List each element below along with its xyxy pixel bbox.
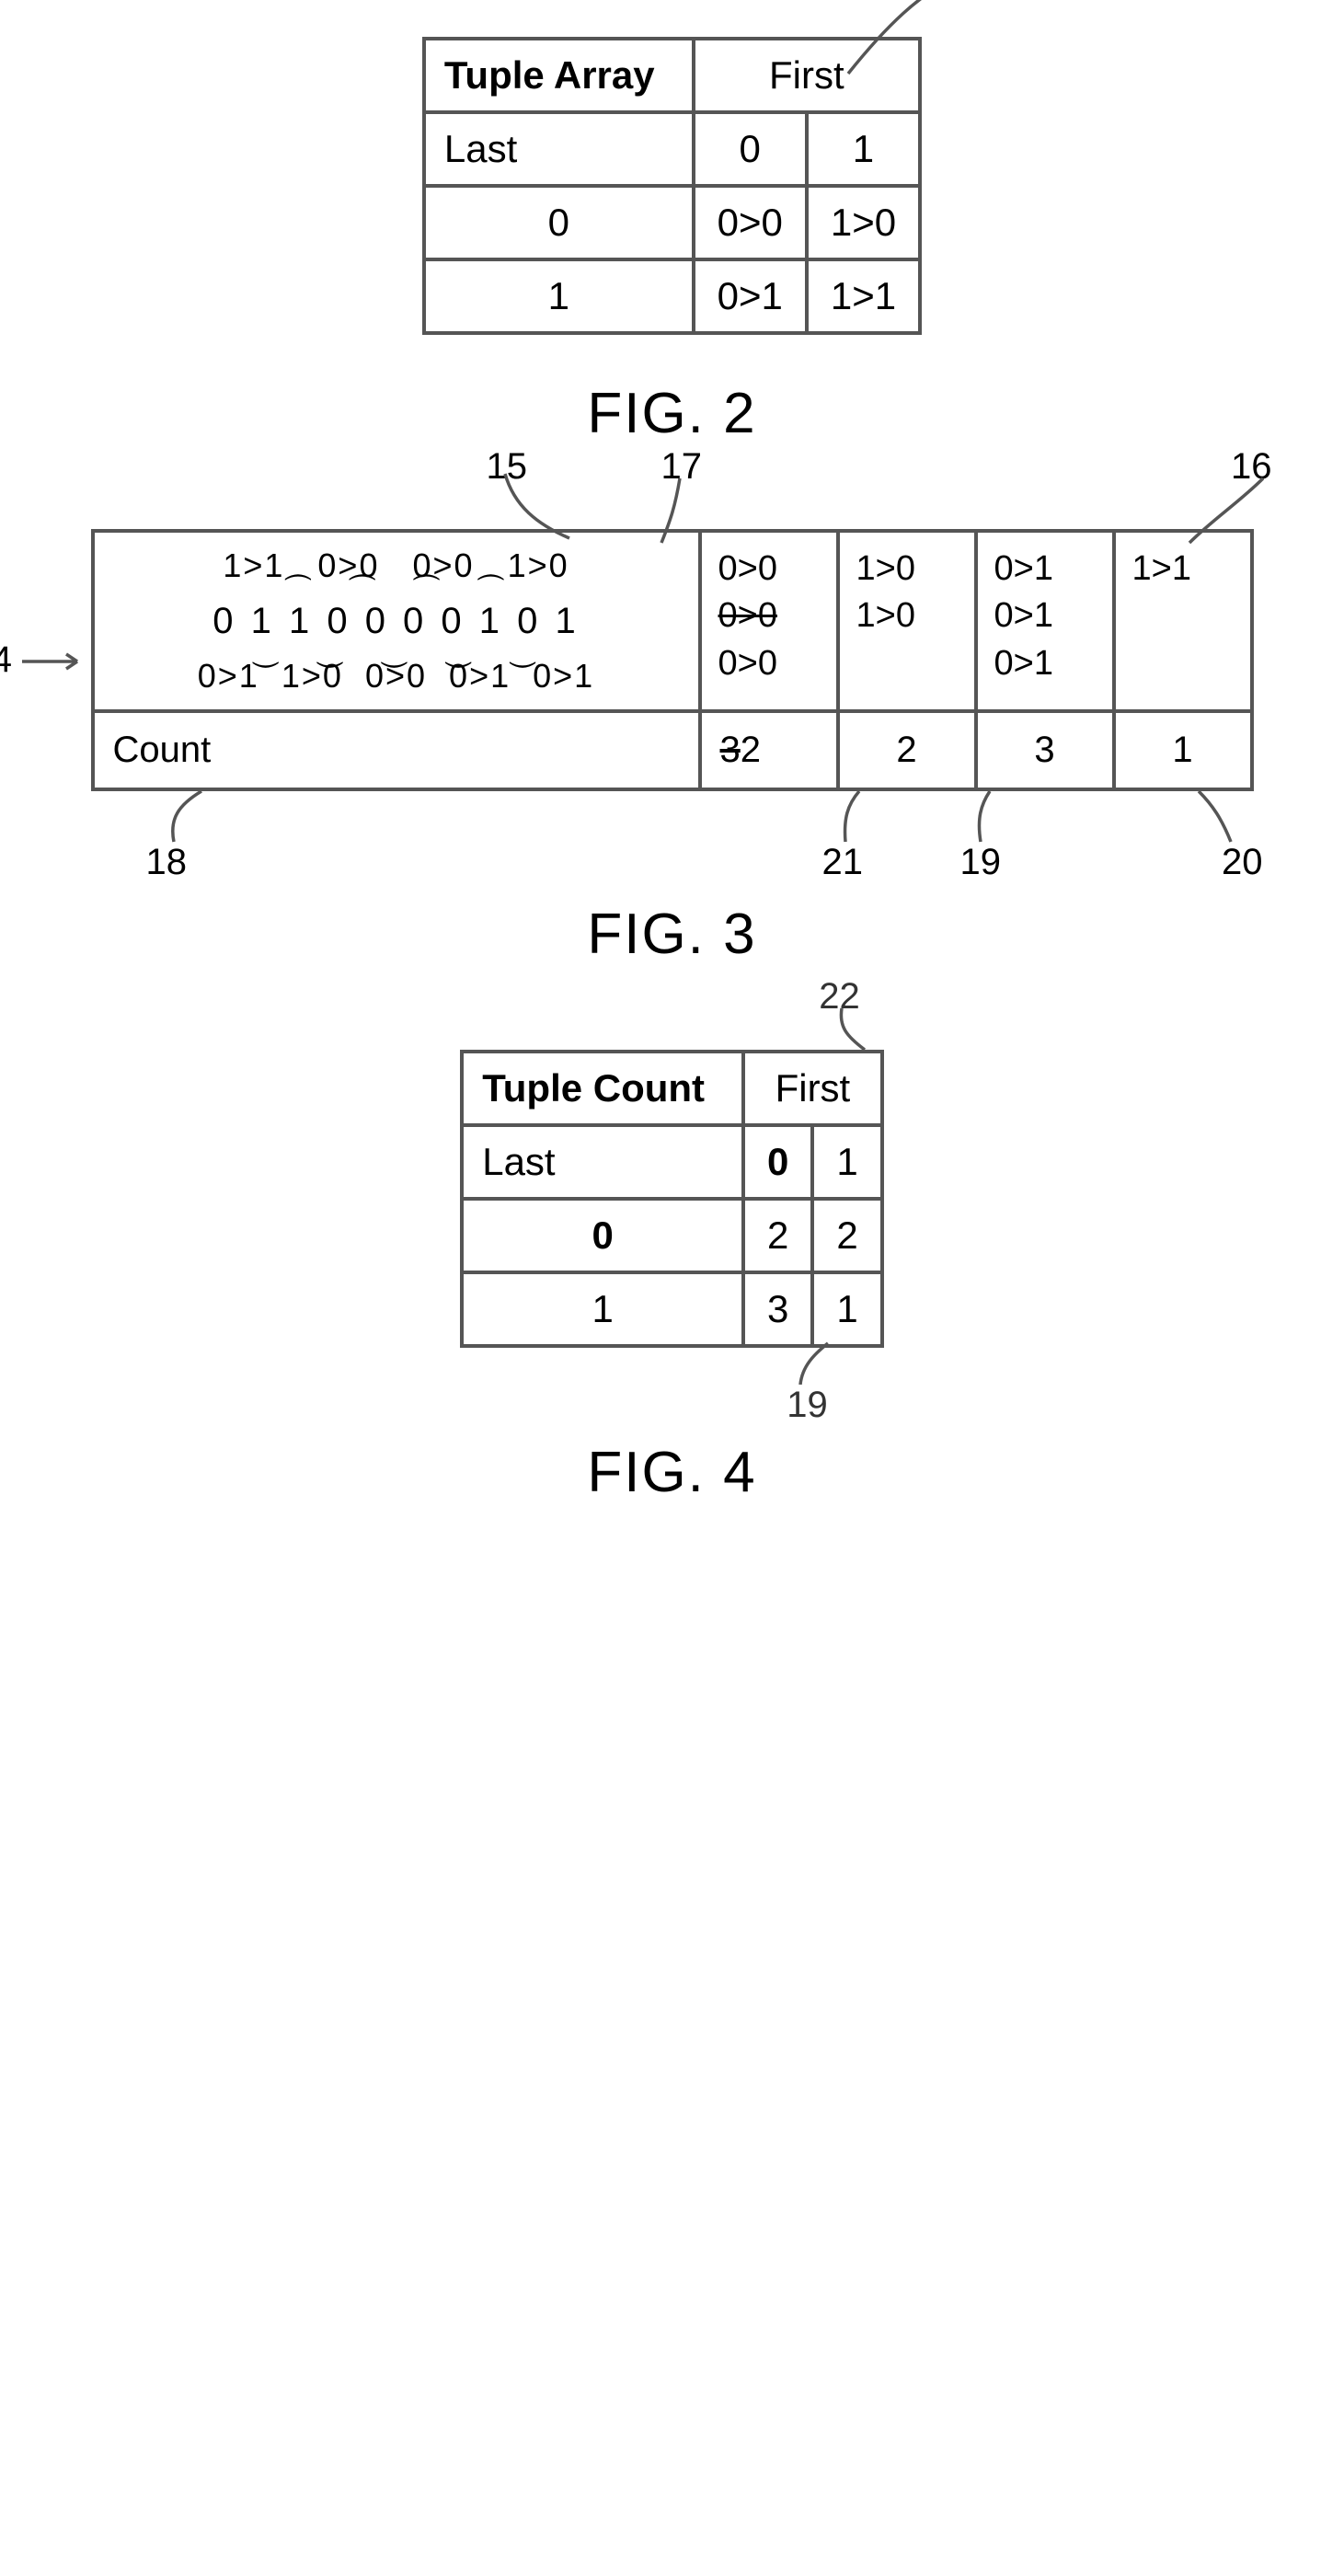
col2-l1: 0>1 [994,644,1053,683]
count-1: 2 [838,711,976,789]
col-10: 1>0 1>0 [838,531,976,711]
fig4-ref-19: 19 [787,1385,828,1426]
col-11: 1>1 [1114,531,1252,711]
bot-pair-3: 0>1 [449,657,511,695]
tc-cell-0-1: 2 [812,1199,881,1272]
leader-15 [496,474,579,547]
tc-cell-1-0: 3 [743,1272,812,1346]
row-0-label: 0 [424,186,694,259]
count0-val: 2 [741,730,761,770]
tuple-count-table: Tuple Count First Last 0 1 0 2 2 1 3 1 [460,1050,884,1348]
top-pair-3: 1>0 [508,546,569,584]
cell-0-0: 0>0 [694,186,807,259]
tc-col-1: 1 [812,1125,881,1199]
fig2-table-wrap: 12 Tuple Array First Last 0 1 0 0>0 1>0 … [422,37,922,335]
cell-1-0: 0>1 [694,259,807,333]
tc-cell-0-0: 2 [743,1199,812,1272]
bits-cell: 1>1 0>0 0>0 1>0 ⏜ ⏜ ⏜ ⏜ 0 1 1 0 0 0 0 1 … [93,531,700,711]
fig3-wrap: 15 17 16 14 1>1 0>0 0>0 1>0 [91,529,1254,791]
cell-0-1: 1>0 [807,186,920,259]
count-2: 3 [976,711,1114,789]
fig3-ref-14: 14 [0,639,12,681]
col-00: 0>0 0>0 0>0 [700,531,838,711]
bot-pair-1: 1>0 [281,657,343,695]
count0-struck: 3 [720,730,741,770]
tc-row-1-label: 1 [462,1272,743,1346]
col0-hdr: 0>0 [718,549,777,588]
leader-17 [657,478,712,547]
leader-21 [836,791,873,846]
leader-19b [791,1343,837,1389]
col2-l0: 0>1 [994,596,1053,635]
col2-hdr: 0>1 [994,549,1053,588]
fig2-caption: FIG. 2 [587,381,756,446]
tc-row-0-label: 0 [462,1199,743,1272]
count-3: 1 [1114,711,1252,789]
leader-20 [1194,791,1240,846]
tuple-array-title: Tuple Array [424,39,694,112]
col-01: 0>1 0>1 0>1 [976,531,1114,711]
leader-19 [970,791,1006,846]
fig3-ref-19: 19 [960,842,1002,883]
top-pair-0: 1>1 [223,546,284,584]
bits-bottom-row: 0>1 1>0 0>0 0>1 0>1 [198,660,594,693]
col-header-1: 1 [807,112,920,186]
col1-l0: 1>0 [856,596,915,635]
tuple-array-last-header: Last [424,112,694,186]
fig4-table-wrap: 22 Tuple Count First Last 0 1 0 2 2 1 3 … [460,1050,884,1348]
tuple-array-table: Tuple Array First Last 0 1 0 0>0 1>0 1 0… [422,37,922,335]
col0-l0: 0>0 [718,596,777,635]
fig3-ref-18: 18 [146,842,188,883]
bot-pair-4: 0>1 [533,657,594,695]
arrow-14 [22,650,91,678]
leader-18 [160,791,215,846]
cell-1-1: 1>1 [807,259,920,333]
tc-cell-1-1: 1 [812,1272,881,1346]
leader-22 [828,1008,874,1054]
col-header-0: 0 [694,112,807,186]
fig4-caption: FIG. 4 [587,1440,756,1505]
fig3-ref-20: 20 [1222,842,1263,883]
col0-l1: 0>0 [718,644,777,683]
bot-pair-2: 0>0 [365,657,427,695]
fig3-caption: FIG. 3 [587,902,756,967]
row-1-label: 1 [424,259,694,333]
leader-16 [1185,478,1268,547]
tuple-count-last-header: Last [462,1125,743,1199]
bits-sequence: 0 1 1 0 0 0 0 1 0 1 [213,603,579,639]
tuple-count-title: Tuple Count [462,1052,743,1125]
brace-top: ⏜ ⏜ ⏜ ⏜ [284,582,507,599]
count-label: Count [93,711,700,789]
figure-4: 22 Tuple Count First Last 0 1 0 2 2 1 3 … [18,1050,1326,1505]
count-0: 32 [700,711,838,789]
tc-col-0: 0 [743,1125,812,1199]
figure-3: 15 17 16 14 1>1 0>0 0>0 1>0 [18,529,1326,967]
bot-pair-0: 0>1 [198,657,259,695]
tuple-count-first-header: First [743,1052,882,1125]
fig3-ref-21: 21 [822,842,864,883]
fig3-table: 1>1 0>0 0>0 1>0 ⏜ ⏜ ⏜ ⏜ 0 1 1 0 0 0 0 1 … [91,529,1254,791]
col3-hdr: 1>1 [1132,549,1191,588]
figure-2: 12 Tuple Array First Last 0 1 0 0>0 1>0 … [18,37,1326,446]
tuple-array-first-header: First [694,39,921,112]
col1-hdr: 1>0 [856,549,915,588]
